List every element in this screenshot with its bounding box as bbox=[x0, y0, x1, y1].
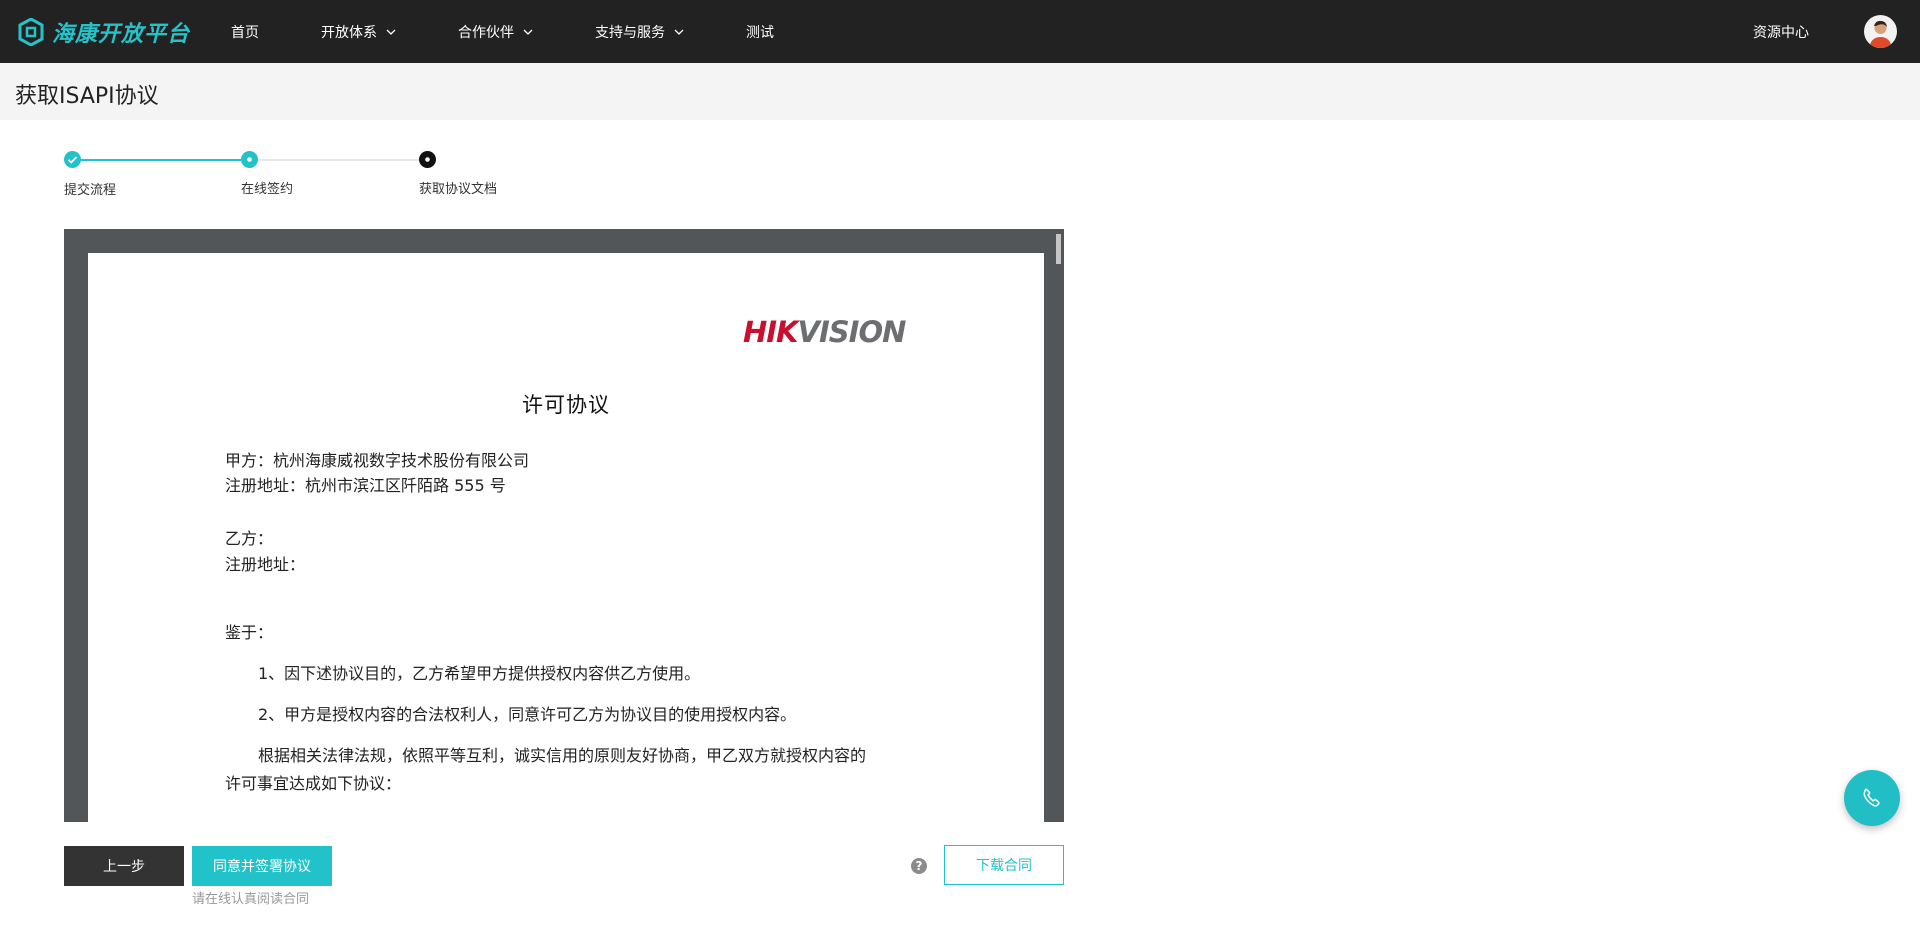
read-hint: 请在线认真阅读合同 bbox=[192, 892, 310, 907]
step-label: 提交流程 bbox=[64, 183, 117, 198]
nav-test[interactable]: 测试 bbox=[746, 22, 774, 42]
step-label: 在线签约 bbox=[241, 182, 294, 197]
nav-label: 开放体系 bbox=[321, 24, 377, 41]
step-connector-pending bbox=[258, 159, 419, 161]
agree-sign-button[interactable]: 同意并签署协议 bbox=[192, 846, 332, 886]
party-b-address: 注册地址： bbox=[225, 555, 306, 574]
document-title: 许可协议 bbox=[522, 393, 610, 417]
viewer-scrollbar[interactable] bbox=[1056, 234, 1061, 264]
document-page: HIKVISION 许可协议 甲方：杭州海康威视数字技术股份有限公司 注册地址：… bbox=[88, 253, 1044, 822]
nav-label: 支持与服务 bbox=[595, 24, 665, 41]
party-a-address: 注册地址：杭州市滨江区阡陌路 555 号 bbox=[225, 476, 506, 495]
document-viewer[interactable]: HIKVISION 许可协议 甲方：杭州海康威视数字技术股份有限公司 注册地址：… bbox=[64, 229, 1064, 822]
user-avatar-icon bbox=[1869, 20, 1892, 48]
chevron-down-icon bbox=[674, 29, 684, 35]
agreement-intro-cont: 许可事宜达成如下协议： bbox=[225, 774, 402, 793]
dot-icon bbox=[425, 157, 430, 162]
agreement-intro: 根据相关法律法规，依照平等互利，诚实信用的原则友好协商，甲乙双方就授权内容的 bbox=[258, 746, 867, 765]
prev-step-button[interactable]: 上一步 bbox=[64, 846, 184, 886]
page-title: 获取ISAPI协议 bbox=[15, 84, 159, 109]
chevron-down-icon bbox=[386, 29, 396, 35]
resource-center-link[interactable]: 资源中心 bbox=[1753, 22, 1809, 42]
logo-icon bbox=[18, 18, 44, 46]
download-contract-button[interactable]: 下载合同 bbox=[944, 845, 1064, 885]
nav-support[interactable]: 支持与服务 bbox=[595, 22, 684, 42]
step-label: 获取协议文档 bbox=[419, 182, 498, 197]
logo[interactable]: 海康开放平台 bbox=[18, 15, 190, 49]
chevron-down-icon bbox=[523, 29, 533, 35]
party-b: 乙方： bbox=[225, 529, 274, 548]
brand-logo-gray: VISION bbox=[797, 315, 907, 349]
phone-icon bbox=[1863, 788, 1880, 807]
brand-logo-red: HIK bbox=[743, 315, 799, 349]
logo-text: 海康开放平台 bbox=[52, 22, 191, 47]
nav-home[interactable]: 首页 bbox=[231, 22, 259, 42]
whereas: 鉴于： bbox=[225, 623, 274, 642]
nav-label: 测试 bbox=[746, 24, 774, 41]
nav-open-system[interactable]: 开放体系 bbox=[321, 22, 396, 42]
step-2-marker bbox=[241, 151, 258, 168]
nav-label: 合作伙伴 bbox=[458, 24, 514, 41]
main-nav: 首页 开放体系 合作伙伴 支持与服务 测试 bbox=[231, 0, 836, 63]
step-connector-done bbox=[80, 159, 241, 161]
nav-label: 首页 bbox=[231, 24, 259, 41]
step-3-marker bbox=[419, 151, 436, 168]
party-a: 甲方：杭州海康威视数字技术股份有限公司 bbox=[225, 451, 530, 470]
top-navigation-bar: 海康开放平台 首页 开放体系 合作伙伴 支持与服务 测试 资源中心 bbox=[0, 0, 1920, 63]
clause-1: 1、因下述协议目的，乙方希望甲方提供授权内容供乙方使用。 bbox=[258, 664, 701, 683]
nav-partners[interactable]: 合作伙伴 bbox=[458, 22, 533, 42]
page-header: 获取ISAPI协议 bbox=[0, 63, 1920, 120]
progress-steps: 提交流程 在线签约 获取协议文档 bbox=[64, 150, 524, 200]
check-icon bbox=[67, 156, 78, 164]
question-icon[interactable]: ? bbox=[911, 858, 927, 874]
dot-icon bbox=[247, 157, 252, 162]
step-1-marker bbox=[64, 151, 81, 168]
clause-2: 2、甲方是授权内容的合法权利人，同意许可乙方为协议目的使用授权内容。 bbox=[258, 705, 797, 724]
avatar[interactable] bbox=[1864, 15, 1897, 48]
contact-fab[interactable] bbox=[1844, 770, 1900, 826]
brand-logo: HIKVISION bbox=[743, 315, 907, 349]
